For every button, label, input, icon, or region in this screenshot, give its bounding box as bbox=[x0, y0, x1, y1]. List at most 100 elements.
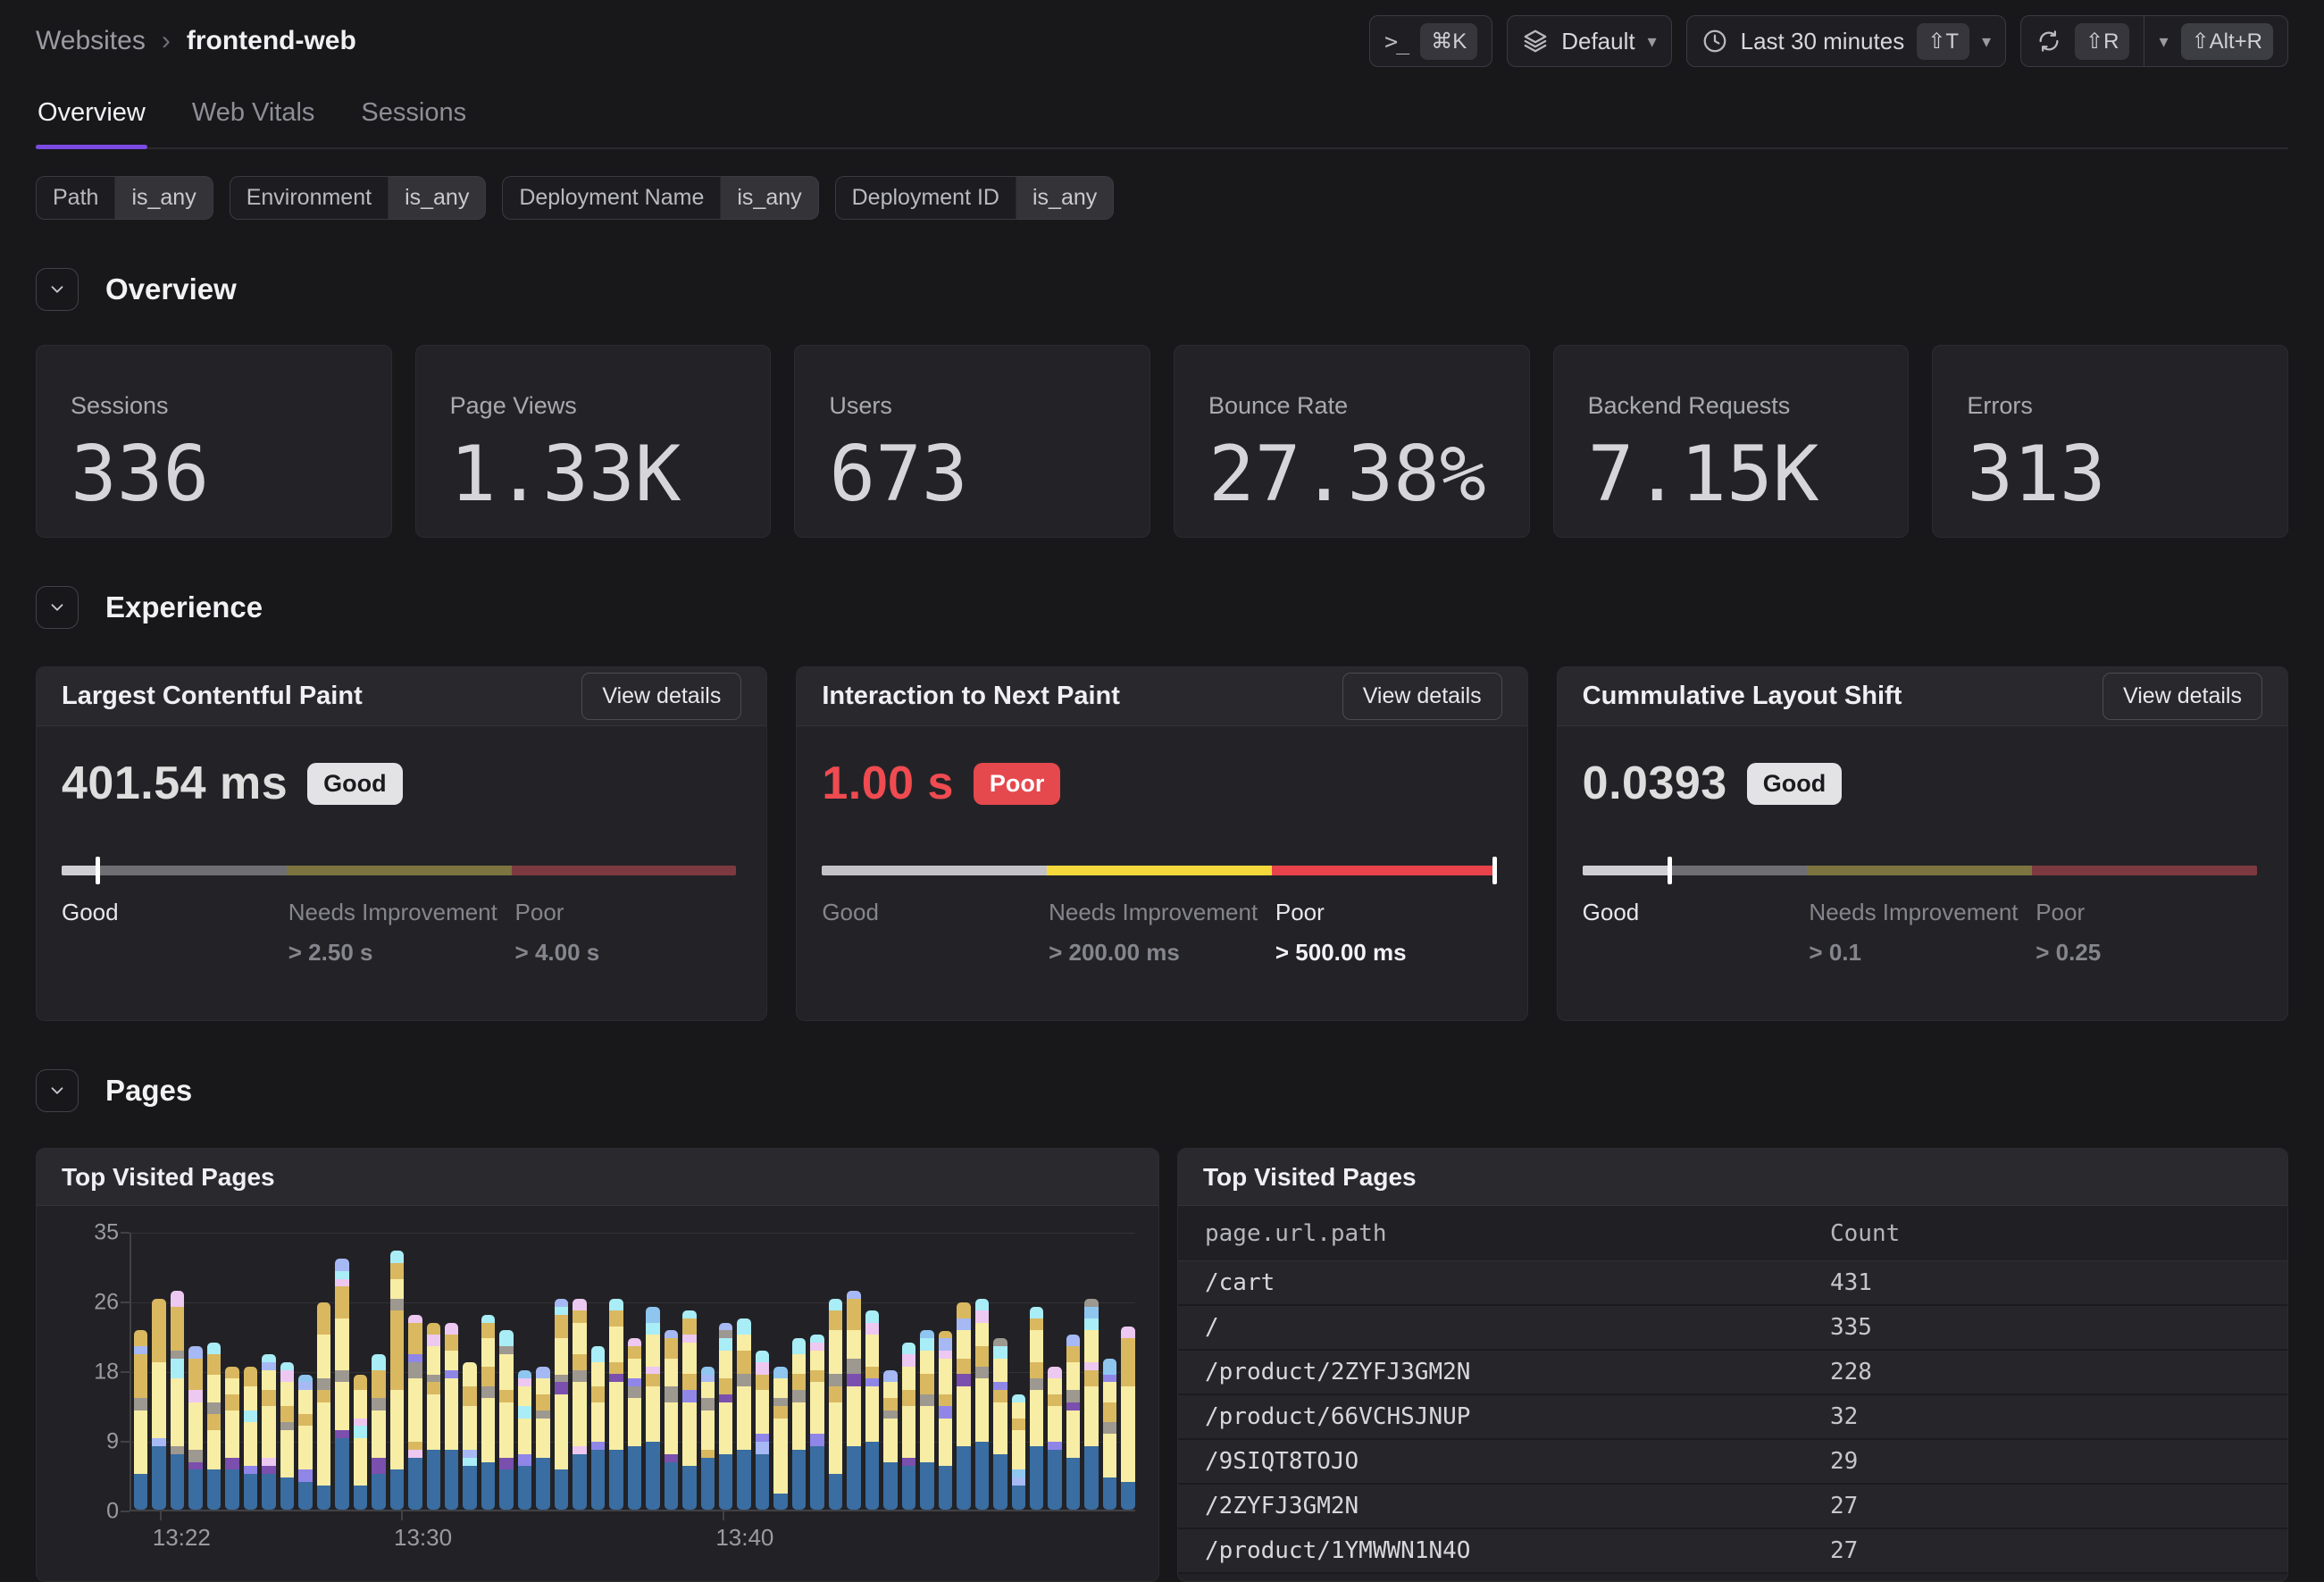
stacked-bar[interactable] bbox=[829, 1299, 842, 1510]
filter-chip-deployment-name[interactable]: Deployment Nameis_any bbox=[502, 176, 818, 220]
stacked-bar[interactable] bbox=[335, 1259, 348, 1510]
bar-segment bbox=[573, 1299, 586, 1310]
table-row[interactable]: /9SIQT8TOJO29 bbox=[1178, 1440, 2287, 1485]
filter-chip-path[interactable]: Pathis_any bbox=[36, 176, 213, 220]
stacked-bar[interactable] bbox=[536, 1367, 549, 1510]
table-row[interactable]: /product/66VCHSJNUP32 bbox=[1178, 1395, 2287, 1440]
stacked-bar[interactable] bbox=[499, 1330, 513, 1510]
stacked-bar-chart[interactable]: 35261890 bbox=[130, 1233, 1135, 1511]
filter-operator[interactable]: is_any bbox=[388, 176, 486, 220]
stacked-bar[interactable] bbox=[628, 1338, 641, 1510]
stacked-bar[interactable] bbox=[756, 1351, 769, 1510]
bar-segment bbox=[719, 1378, 732, 1394]
stacked-bar[interactable] bbox=[792, 1338, 806, 1510]
stacked-bar[interactable] bbox=[573, 1299, 586, 1510]
stacked-bar[interactable] bbox=[920, 1330, 933, 1510]
tab-overview[interactable]: Overview bbox=[36, 86, 147, 147]
filter-chip-environment[interactable]: Environmentis_any bbox=[230, 176, 487, 220]
stacked-bar[interactable] bbox=[701, 1367, 715, 1510]
stacked-bar[interactable] bbox=[244, 1367, 257, 1510]
stacked-bar[interactable] bbox=[481, 1315, 495, 1510]
stacked-bar[interactable] bbox=[152, 1299, 165, 1510]
stacked-bar[interactable] bbox=[957, 1302, 970, 1510]
bar-segment bbox=[865, 1386, 879, 1442]
tab-web-vitals[interactable]: Web Vitals bbox=[190, 86, 317, 147]
stacked-bar[interactable] bbox=[134, 1330, 147, 1510]
stacked-bar[interactable] bbox=[1084, 1299, 1098, 1510]
stacked-bar[interactable] bbox=[555, 1299, 568, 1510]
command-palette-button[interactable]: >_ ⌘K bbox=[1369, 15, 1492, 67]
bar-segment bbox=[244, 1422, 257, 1466]
stacked-bar[interactable] bbox=[902, 1343, 915, 1510]
stacked-bar[interactable] bbox=[188, 1346, 202, 1510]
stacked-bar[interactable] bbox=[354, 1375, 367, 1511]
table-row[interactable]: /2ZYFJ3GM2N27 bbox=[1178, 1485, 2287, 1529]
bar-segment bbox=[829, 1299, 842, 1310]
stacked-bar[interactable] bbox=[445, 1323, 458, 1510]
table-row[interactable]: /cart431 bbox=[1178, 1261, 2287, 1306]
view-details-button[interactable]: View details bbox=[581, 673, 741, 720]
collapse-overview-button[interactable] bbox=[36, 268, 79, 311]
terminal-icon: >_ bbox=[1384, 29, 1408, 54]
stacked-bar[interactable] bbox=[463, 1362, 476, 1510]
filter-operator[interactable]: is_any bbox=[114, 176, 213, 220]
view-details-button[interactable]: View details bbox=[1342, 673, 1502, 720]
refresh-icon[interactable] bbox=[2036, 28, 2062, 54]
stacked-bar[interactable] bbox=[847, 1291, 860, 1510]
stacked-bar[interactable] bbox=[609, 1299, 623, 1510]
stacked-bar[interactable] bbox=[390, 1251, 404, 1510]
stacked-bar[interactable] bbox=[427, 1323, 440, 1510]
bar-segment bbox=[207, 1375, 221, 1402]
layout-selector-button[interactable]: Default ▾ bbox=[1507, 15, 1671, 67]
stacked-bar[interactable] bbox=[865, 1310, 879, 1510]
stacked-bar[interactable] bbox=[665, 1330, 678, 1510]
stacked-bar[interactable] bbox=[171, 1291, 184, 1510]
tab-sessions[interactable]: Sessions bbox=[359, 86, 468, 147]
stacked-bar[interactable] bbox=[372, 1354, 385, 1510]
bar-segment bbox=[1066, 1362, 1080, 1390]
stacked-bar[interactable] bbox=[207, 1343, 221, 1510]
stacked-bar[interactable] bbox=[225, 1367, 238, 1510]
bar-segment bbox=[354, 1426, 367, 1437]
stacked-bar[interactable] bbox=[883, 1370, 897, 1510]
stacked-bar[interactable] bbox=[1048, 1367, 1061, 1510]
stacked-bar[interactable] bbox=[646, 1307, 659, 1510]
stacked-bar[interactable] bbox=[737, 1318, 750, 1510]
stacked-bar[interactable] bbox=[591, 1346, 605, 1510]
stacked-bar[interactable] bbox=[1121, 1327, 1134, 1510]
chevron-down-icon[interactable]: ▾ bbox=[2159, 30, 2168, 53]
breadcrumb-websites[interactable]: Websites bbox=[36, 26, 146, 56]
view-details-button[interactable]: View details bbox=[2102, 673, 2262, 720]
bar-segment bbox=[134, 1354, 147, 1398]
stacked-bar[interactable] bbox=[719, 1323, 732, 1510]
bar-segment bbox=[1084, 1370, 1098, 1386]
count-cell: 228 bbox=[1830, 1359, 2261, 1385]
stacked-bar[interactable] bbox=[317, 1302, 330, 1510]
table-row[interactable]: /product/2ZYFJ3GM2N228 bbox=[1178, 1351, 2287, 1395]
filter-operator[interactable]: is_any bbox=[720, 176, 818, 220]
stacked-bar[interactable] bbox=[993, 1338, 1007, 1510]
stacked-bar[interactable] bbox=[280, 1362, 294, 1510]
collapse-experience-button[interactable] bbox=[36, 586, 79, 629]
stacked-bar[interactable] bbox=[939, 1331, 952, 1511]
vital-card-body: 401.54 msGoodGoodNeeds Improvement> 2.50… bbox=[37, 726, 766, 1020]
stacked-bar[interactable] bbox=[262, 1354, 275, 1510]
filter-operator[interactable]: is_any bbox=[1016, 176, 1114, 220]
bar-segment bbox=[719, 1351, 732, 1378]
stacked-bar[interactable] bbox=[1103, 1359, 1116, 1510]
stacked-bar[interactable] bbox=[1030, 1307, 1043, 1510]
table-row[interactable]: /product/1YMWWN1N4O27 bbox=[1178, 1529, 2287, 1574]
stacked-bar[interactable] bbox=[773, 1367, 787, 1510]
time-range-button[interactable]: Last 30 minutes ⇧T ▾ bbox=[1686, 15, 2006, 67]
stacked-bar[interactable] bbox=[682, 1310, 696, 1510]
stacked-bar[interactable] bbox=[408, 1315, 422, 1510]
stacked-bar[interactable] bbox=[1066, 1335, 1080, 1510]
stacked-bar[interactable] bbox=[975, 1299, 989, 1510]
stacked-bar[interactable] bbox=[1012, 1394, 1025, 1510]
stacked-bar[interactable] bbox=[298, 1375, 312, 1510]
collapse-pages-button[interactable] bbox=[36, 1069, 79, 1112]
filter-chip-deployment-id[interactable]: Deployment IDis_any bbox=[835, 176, 1115, 220]
stacked-bar[interactable] bbox=[518, 1370, 531, 1510]
table-row[interactable]: /335 bbox=[1178, 1306, 2287, 1351]
stacked-bar[interactable] bbox=[810, 1335, 823, 1510]
